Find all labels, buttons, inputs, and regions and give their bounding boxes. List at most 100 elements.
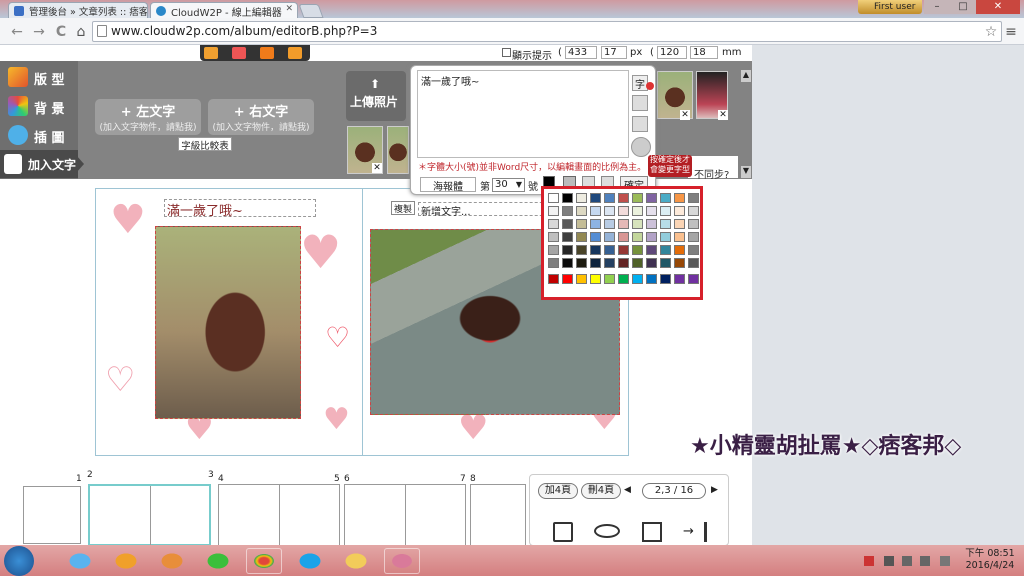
media-player-icon[interactable] <box>108 548 144 574</box>
color-swatch[interactable] <box>604 245 615 255</box>
color-swatch[interactable] <box>562 258 573 268</box>
sidebar-item-background[interactable]: 背 景 <box>0 92 76 120</box>
x-input[interactable]: 433 <box>565 46 597 59</box>
layout-icon[interactable] <box>232 47 246 59</box>
paint-icon[interactable] <box>384 548 420 574</box>
sidebar-item-clipart[interactable]: 插 圖 <box>0 121 76 149</box>
reload-icon[interactable]: C <box>52 23 70 41</box>
sidebar-item-layout[interactable]: 版 型 <box>0 63 76 91</box>
color-swatch[interactable] <box>562 206 573 216</box>
chrome-icon[interactable] <box>246 548 282 574</box>
close-tab-icon[interactable]: ✕ <box>285 4 293 14</box>
color-swatch[interactable] <box>674 206 685 216</box>
color-swatch[interactable] <box>590 232 601 242</box>
color-swatch[interactable] <box>646 232 657 242</box>
app-icon[interactable] <box>154 548 190 574</box>
color-swatch[interactable] <box>604 219 615 229</box>
color-swatch[interactable] <box>548 206 559 216</box>
move-icon[interactable] <box>631 137 651 157</box>
menu-icon[interactable]: ≡ <box>1002 23 1020 41</box>
color-swatch[interactable] <box>548 274 559 284</box>
color-swatch[interactable] <box>604 274 615 284</box>
color-swatch[interactable] <box>604 258 615 268</box>
tab-editor[interactable]: CloudW2P - 線上編輯器 ✕ <box>150 2 298 18</box>
color-swatch[interactable] <box>632 245 643 255</box>
color-swatch[interactable] <box>562 232 573 242</box>
settings-icon[interactable] <box>204 47 218 59</box>
remove-photo-icon[interactable]: ✕ <box>718 110 728 120</box>
color-swatch[interactable] <box>576 232 587 242</box>
tab-admin[interactable]: 管理後台 » 文章列表 :: 痞客邦 <box>8 2 148 18</box>
upload-photo-button[interactable]: ⬆ 上傳照片 <box>346 71 406 121</box>
y-input[interactable]: 17 <box>601 46 627 59</box>
color-swatch[interactable] <box>688 274 699 284</box>
color-swatch[interactable] <box>632 258 643 268</box>
layer-icon[interactable] <box>632 95 648 111</box>
maximize-button[interactable]: □ <box>950 0 976 14</box>
page-thumb-4-5[interactable] <box>218 484 340 546</box>
color-swatch[interactable] <box>660 258 671 268</box>
forward-icon[interactable]: → <box>30 23 48 41</box>
color-swatch[interactable] <box>548 193 559 203</box>
color-swatch[interactable] <box>562 274 573 284</box>
preview-eye-icon[interactable] <box>594 524 620 538</box>
color-swatch[interactable] <box>632 232 643 242</box>
color-swatch[interactable] <box>576 193 587 203</box>
color-swatch[interactable] <box>576 245 587 255</box>
font-compare-button[interactable]: 字級比較表 <box>178 137 232 152</box>
color-swatch[interactable] <box>576 219 587 229</box>
delete-pages-button[interactable]: 刪4頁 <box>581 483 621 499</box>
color-swatch[interactable] <box>646 274 657 284</box>
color-swatch[interactable] <box>604 232 615 242</box>
add-right-text-button[interactable]: + 右文字 (加入文字物件，請點我) <box>208 99 314 135</box>
color-swatch[interactable] <box>646 258 657 268</box>
page-thumb-8[interactable] <box>470 484 526 546</box>
color-swatch[interactable] <box>618 258 629 268</box>
color-swatch[interactable] <box>632 274 643 284</box>
scroll-up-icon[interactable]: ▲ <box>741 70 751 82</box>
color-swatch[interactable] <box>590 219 601 229</box>
color-swatch[interactable] <box>660 232 671 242</box>
prev-page-icon[interactable]: ◀ <box>624 485 631 495</box>
text-content-input[interactable]: 滿一歲了哦~ <box>417 70 629 158</box>
color-swatch[interactable] <box>562 193 573 203</box>
color-swatch[interactable] <box>618 232 629 242</box>
exit-icon[interactable]: → <box>683 522 707 542</box>
photo-icon[interactable] <box>288 47 302 59</box>
color-swatch[interactable] <box>576 274 587 284</box>
height-input[interactable]: 18 <box>690 46 718 59</box>
left-title-text[interactable]: 滿一歲了哦~ <box>164 199 316 219</box>
edit-doc-icon[interactable] <box>642 522 662 542</box>
color-swatch[interactable] <box>562 219 573 229</box>
color-swatch[interactable] <box>590 258 601 268</box>
photo-thumb[interactable] <box>387 126 409 174</box>
color-swatch[interactable] <box>548 258 559 268</box>
color-swatch[interactable] <box>660 245 671 255</box>
page-thumb-6-7[interactable] <box>344 484 466 546</box>
windows-tray-icon[interactable] <box>884 556 894 566</box>
color-swatch[interactable] <box>674 258 685 268</box>
back-icon[interactable]: ← <box>8 23 26 41</box>
color-swatch[interactable] <box>674 245 685 255</box>
home-icon[interactable]: ⌂ <box>72 23 90 41</box>
volume-icon[interactable] <box>920 556 930 566</box>
color-swatch[interactable] <box>646 206 657 216</box>
color-swatch[interactable] <box>646 245 657 255</box>
new-text-box[interactable]: 新增文字... <box>418 202 558 218</box>
user-button[interactable]: First user <box>858 0 922 14</box>
color-swatch[interactable] <box>632 206 643 216</box>
color-swatch[interactable] <box>618 245 629 255</box>
color-swatch[interactable] <box>688 258 699 268</box>
resize-icon[interactable] <box>632 116 648 132</box>
skype-icon[interactable] <box>292 548 328 574</box>
color-swatch[interactable] <box>604 206 615 216</box>
color-swatch[interactable] <box>576 258 587 268</box>
close-window-button[interactable]: ✕ <box>976 0 1020 14</box>
color-swatch[interactable] <box>548 219 559 229</box>
color-swatch[interactable] <box>660 274 671 284</box>
color-swatch[interactable] <box>618 274 629 284</box>
left-photo[interactable] <box>155 226 301 419</box>
scroll-down-icon[interactable]: ▼ <box>741 166 751 178</box>
minimize-button[interactable]: – <box>924 0 950 14</box>
network-icon[interactable] <box>902 556 912 566</box>
